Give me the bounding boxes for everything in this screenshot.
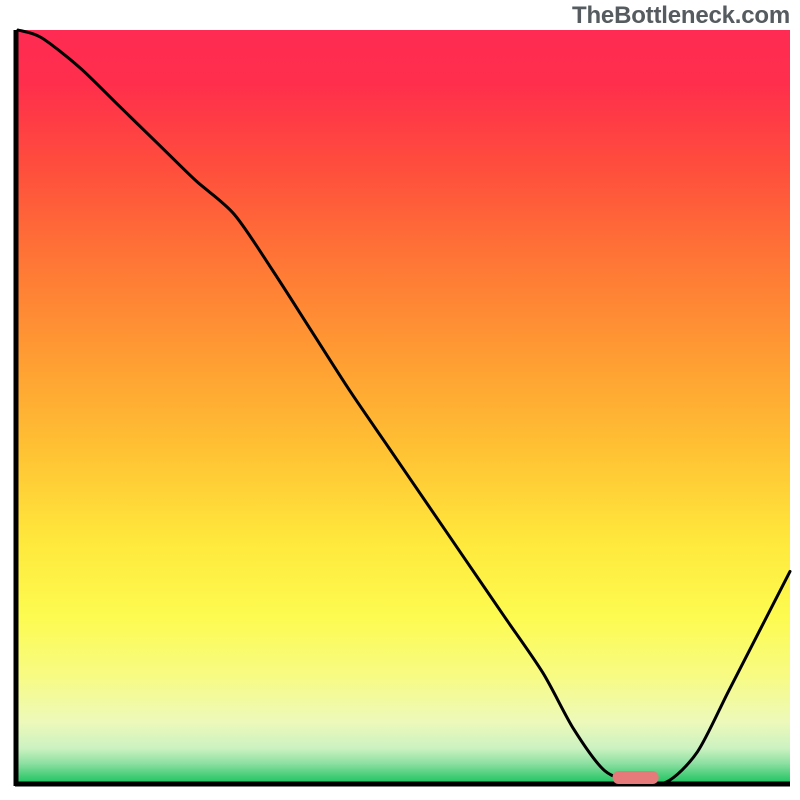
optimal-zone-marker <box>613 771 659 784</box>
chart-container: TheBottleneck.com <box>0 0 800 800</box>
bottleneck-chart <box>0 0 800 800</box>
watermark-text: TheBottleneck.com <box>572 2 790 30</box>
plot-background <box>18 30 790 782</box>
